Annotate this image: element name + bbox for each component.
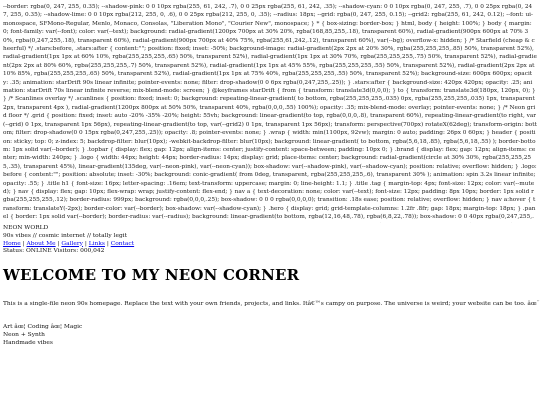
site-header: NEON WORLD 90s vibes // cosmic internet … bbox=[3, 225, 537, 256]
nav-link-gallery[interactable]: Gallery bbox=[61, 241, 83, 247]
feature-list: Art âœ¦ Coding âœ¦ Magic Neon + Synth Ha… bbox=[3, 323, 537, 347]
hero-intro: This is a single-file neon 90s homepage.… bbox=[3, 301, 540, 307]
list-item: Neon + Synth bbox=[3, 332, 45, 338]
nav-bar: Home | About Me | Gallery | Links | Cont… bbox=[3, 241, 537, 249]
nav-link-about[interactable]: About Me bbox=[27, 241, 56, 247]
status-text: Status: ONLINE bbox=[3, 248, 52, 255]
nav-separator: | bbox=[57, 240, 60, 247]
site-tagline: 90s vibes // cosmic internet // totally … bbox=[3, 232, 127, 239]
site-brand: NEON WORLD bbox=[3, 225, 49, 231]
list-item: Art âœ¦ Coding âœ¦ Magic bbox=[3, 324, 83, 330]
hero-heading: WELCOME TO MY NEON CORNER bbox=[3, 266, 300, 284]
nav-separator: | bbox=[84, 240, 87, 247]
nav-separator: | bbox=[106, 240, 109, 247]
unstyled-stylesheet-text: --border: rgba(0, 247, 255, 0.35); --sha… bbox=[3, 4, 537, 223]
list-item: Handmade vibes bbox=[3, 340, 53, 346]
status-line: Status: ONLINE Visitors: 000,042 bbox=[3, 248, 537, 256]
nav-link-home[interactable]: Home bbox=[3, 241, 21, 247]
nav-link-links[interactable]: Links bbox=[89, 241, 105, 247]
nav-link-contact[interactable]: Contact bbox=[111, 241, 134, 247]
nav-separator: | bbox=[22, 240, 25, 247]
visitor-counter: Visitors: 000,042 bbox=[53, 248, 105, 255]
